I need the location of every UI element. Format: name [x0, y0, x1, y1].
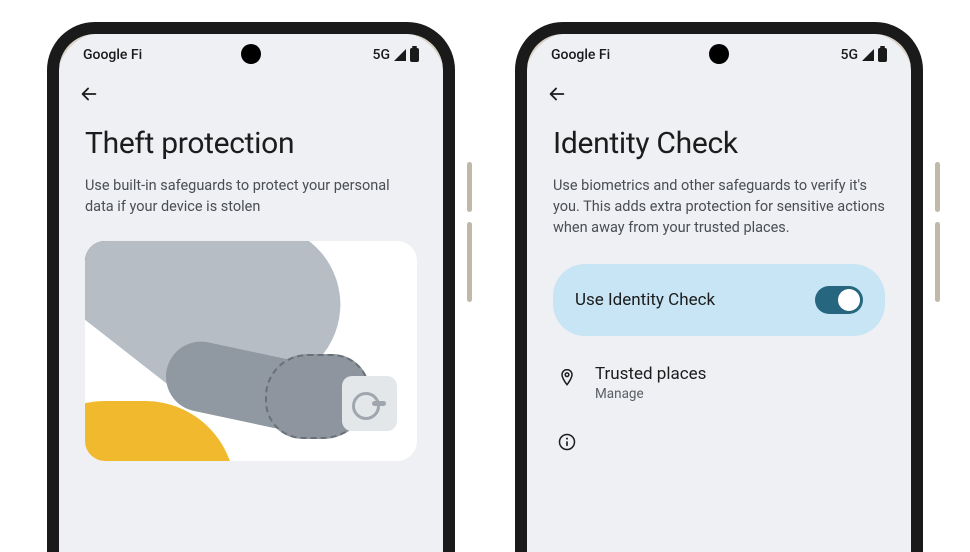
page-description: Use built-in safeguards to protect your …: [85, 175, 417, 217]
arrow-left-icon: [546, 83, 568, 105]
volume-button: [935, 162, 940, 212]
identity-check-toggle-card[interactable]: Use Identity Check: [553, 264, 885, 336]
trusted-places-item[interactable]: Trusted places Manage: [553, 364, 885, 402]
page-title: Theft protection: [85, 126, 417, 161]
network-label: 5G: [373, 47, 391, 63]
info-row[interactable]: [553, 432, 885, 452]
location-pin-icon: [557, 368, 577, 388]
signal-icon: [394, 49, 406, 61]
back-button[interactable]: [77, 82, 101, 106]
phone-frame: Google Fi 5G Theft protection Use built-…: [47, 22, 455, 552]
network-label: 5G: [841, 47, 859, 63]
trusted-places-title: Trusted places: [595, 364, 881, 384]
list-text: Trusted places Manage: [595, 364, 881, 402]
toggle-switch[interactable]: [815, 286, 863, 314]
phone-frame: Google Fi 5G Identity Check Use biometri…: [515, 22, 923, 552]
back-button[interactable]: [545, 82, 569, 106]
power-button: [467, 222, 472, 302]
info-icon: [557, 432, 577, 452]
nav-bar: [527, 76, 911, 108]
toggle-label: Use Identity Check: [575, 290, 715, 310]
carrier-label: Google Fi: [551, 47, 610, 63]
arrow-left-icon: [78, 83, 100, 105]
page-description: Use biometrics and other safeguards to v…: [553, 175, 885, 238]
signal-icon: [862, 49, 874, 61]
toggle-thumb: [838, 289, 860, 311]
carrier-label: Google Fi: [83, 47, 142, 63]
phone-identity-check: Google Fi 5G Identity Check Use biometri…: [515, 22, 923, 552]
battery-icon: [410, 48, 419, 62]
screen: Google Fi 5G Theft protection Use built-…: [59, 34, 443, 552]
illustration-card: [85, 241, 417, 461]
screen: Google Fi 5G Identity Check Use biometri…: [527, 34, 911, 552]
power-button: [935, 222, 940, 302]
camera-hole: [241, 44, 261, 64]
status-right: 5G: [373, 47, 420, 63]
nav-bar: [59, 76, 443, 108]
page-title: Identity Check: [553, 126, 885, 161]
trusted-places-sub: Manage: [595, 386, 881, 402]
status-right: 5G: [841, 47, 888, 63]
content-area: Identity Check Use biometrics and other …: [527, 108, 911, 452]
camera-hole: [709, 44, 729, 64]
volume-button: [467, 162, 472, 212]
battery-icon: [878, 48, 887, 62]
theft-illustration: [85, 241, 417, 461]
phone-theft-protection: Google Fi 5G Theft protection Use built-…: [47, 22, 455, 552]
content-area: Theft protection Use built-in safeguards…: [59, 108, 443, 461]
